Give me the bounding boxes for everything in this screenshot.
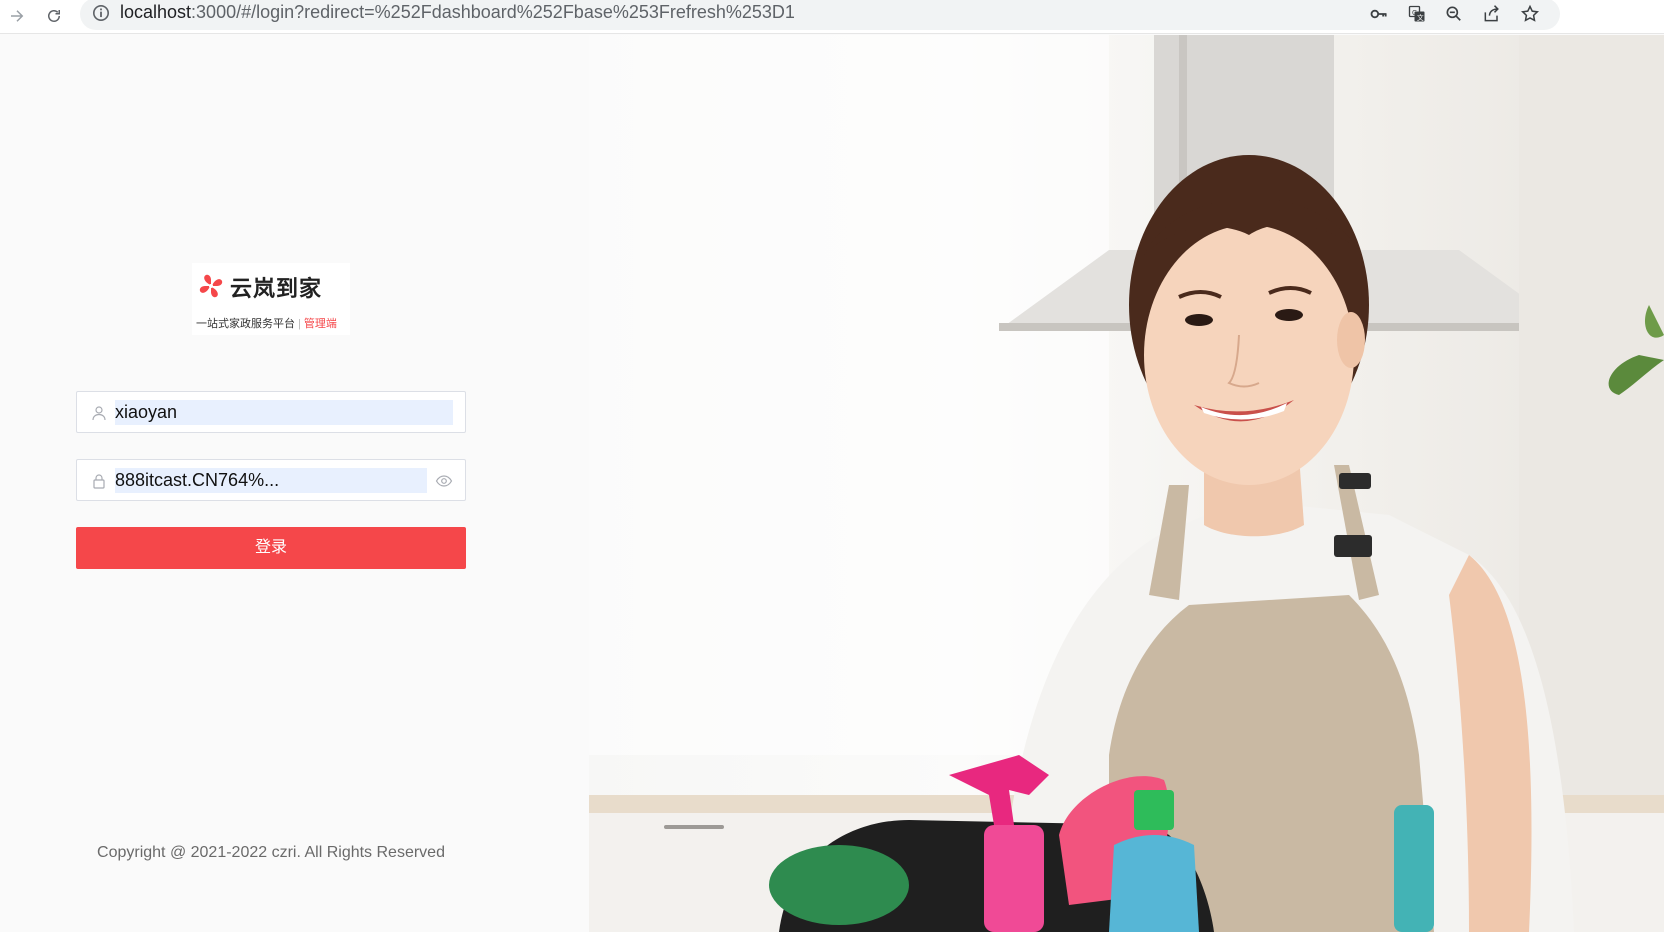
svg-text:文: 文 [1417, 13, 1424, 22]
info-icon[interactable] [92, 4, 110, 22]
user-icon [92, 406, 106, 421]
housekeeper-illustration [589, 35, 1664, 932]
key-icon[interactable] [1367, 2, 1391, 26]
username-field[interactable]: xiaoyan [76, 391, 466, 433]
forward-icon[interactable] [4, 3, 30, 29]
show-password-icon[interactable] [435, 472, 453, 490]
reload-icon[interactable] [41, 3, 67, 29]
star-icon[interactable] [1518, 2, 1542, 26]
url-host: localhost [120, 2, 192, 22]
url-path: :3000/#/login?redirect=%252Fdashboard%25… [191, 2, 795, 22]
url-text: localhost:3000/#/login?redirect=%252Fdas… [120, 2, 795, 23]
password-field[interactable]: 888itcast.CN764%... [76, 459, 466, 501]
hero-image [589, 35, 1664, 932]
brand-slogan: 一站式家政服务平台 [196, 318, 295, 330]
clover-logo-icon [199, 274, 223, 298]
login-button[interactable]: 登录 [76, 527, 466, 569]
translate-icon[interactable]: G文 [1405, 2, 1429, 26]
copyright-text: Copyright @ 2021-2022 czri. All Rights R… [97, 844, 445, 861]
brand-title: 云岚到家 [230, 276, 323, 302]
brand-role: 管理端 [303, 318, 337, 330]
zoom-icon[interactable] [1442, 2, 1466, 26]
share-icon[interactable] [1480, 2, 1504, 26]
password-input[interactable]: 888itcast.CN764%... [115, 468, 427, 493]
address-bar[interactable]: localhost:3000/#/login?redirect=%252Fdas… [80, 0, 1560, 30]
login-panel: 云岚到家 一站式家政服务平台 | 管理端 xiaoyan 888itcast.CN7… [0, 35, 589, 932]
brand-logo: 云岚到家 一站式家政服务平台 | 管理端 [192, 263, 350, 335]
lock-icon [93, 474, 105, 489]
brand-separator: | [298, 318, 301, 330]
username-input[interactable]: xiaoyan [115, 400, 453, 425]
brand-subtitle: 一站式家政服务平台 | 管理端 [196, 315, 337, 331]
browser-toolbar: localhost:3000/#/login?redirect=%252Fdas… [0, 0, 1664, 34]
